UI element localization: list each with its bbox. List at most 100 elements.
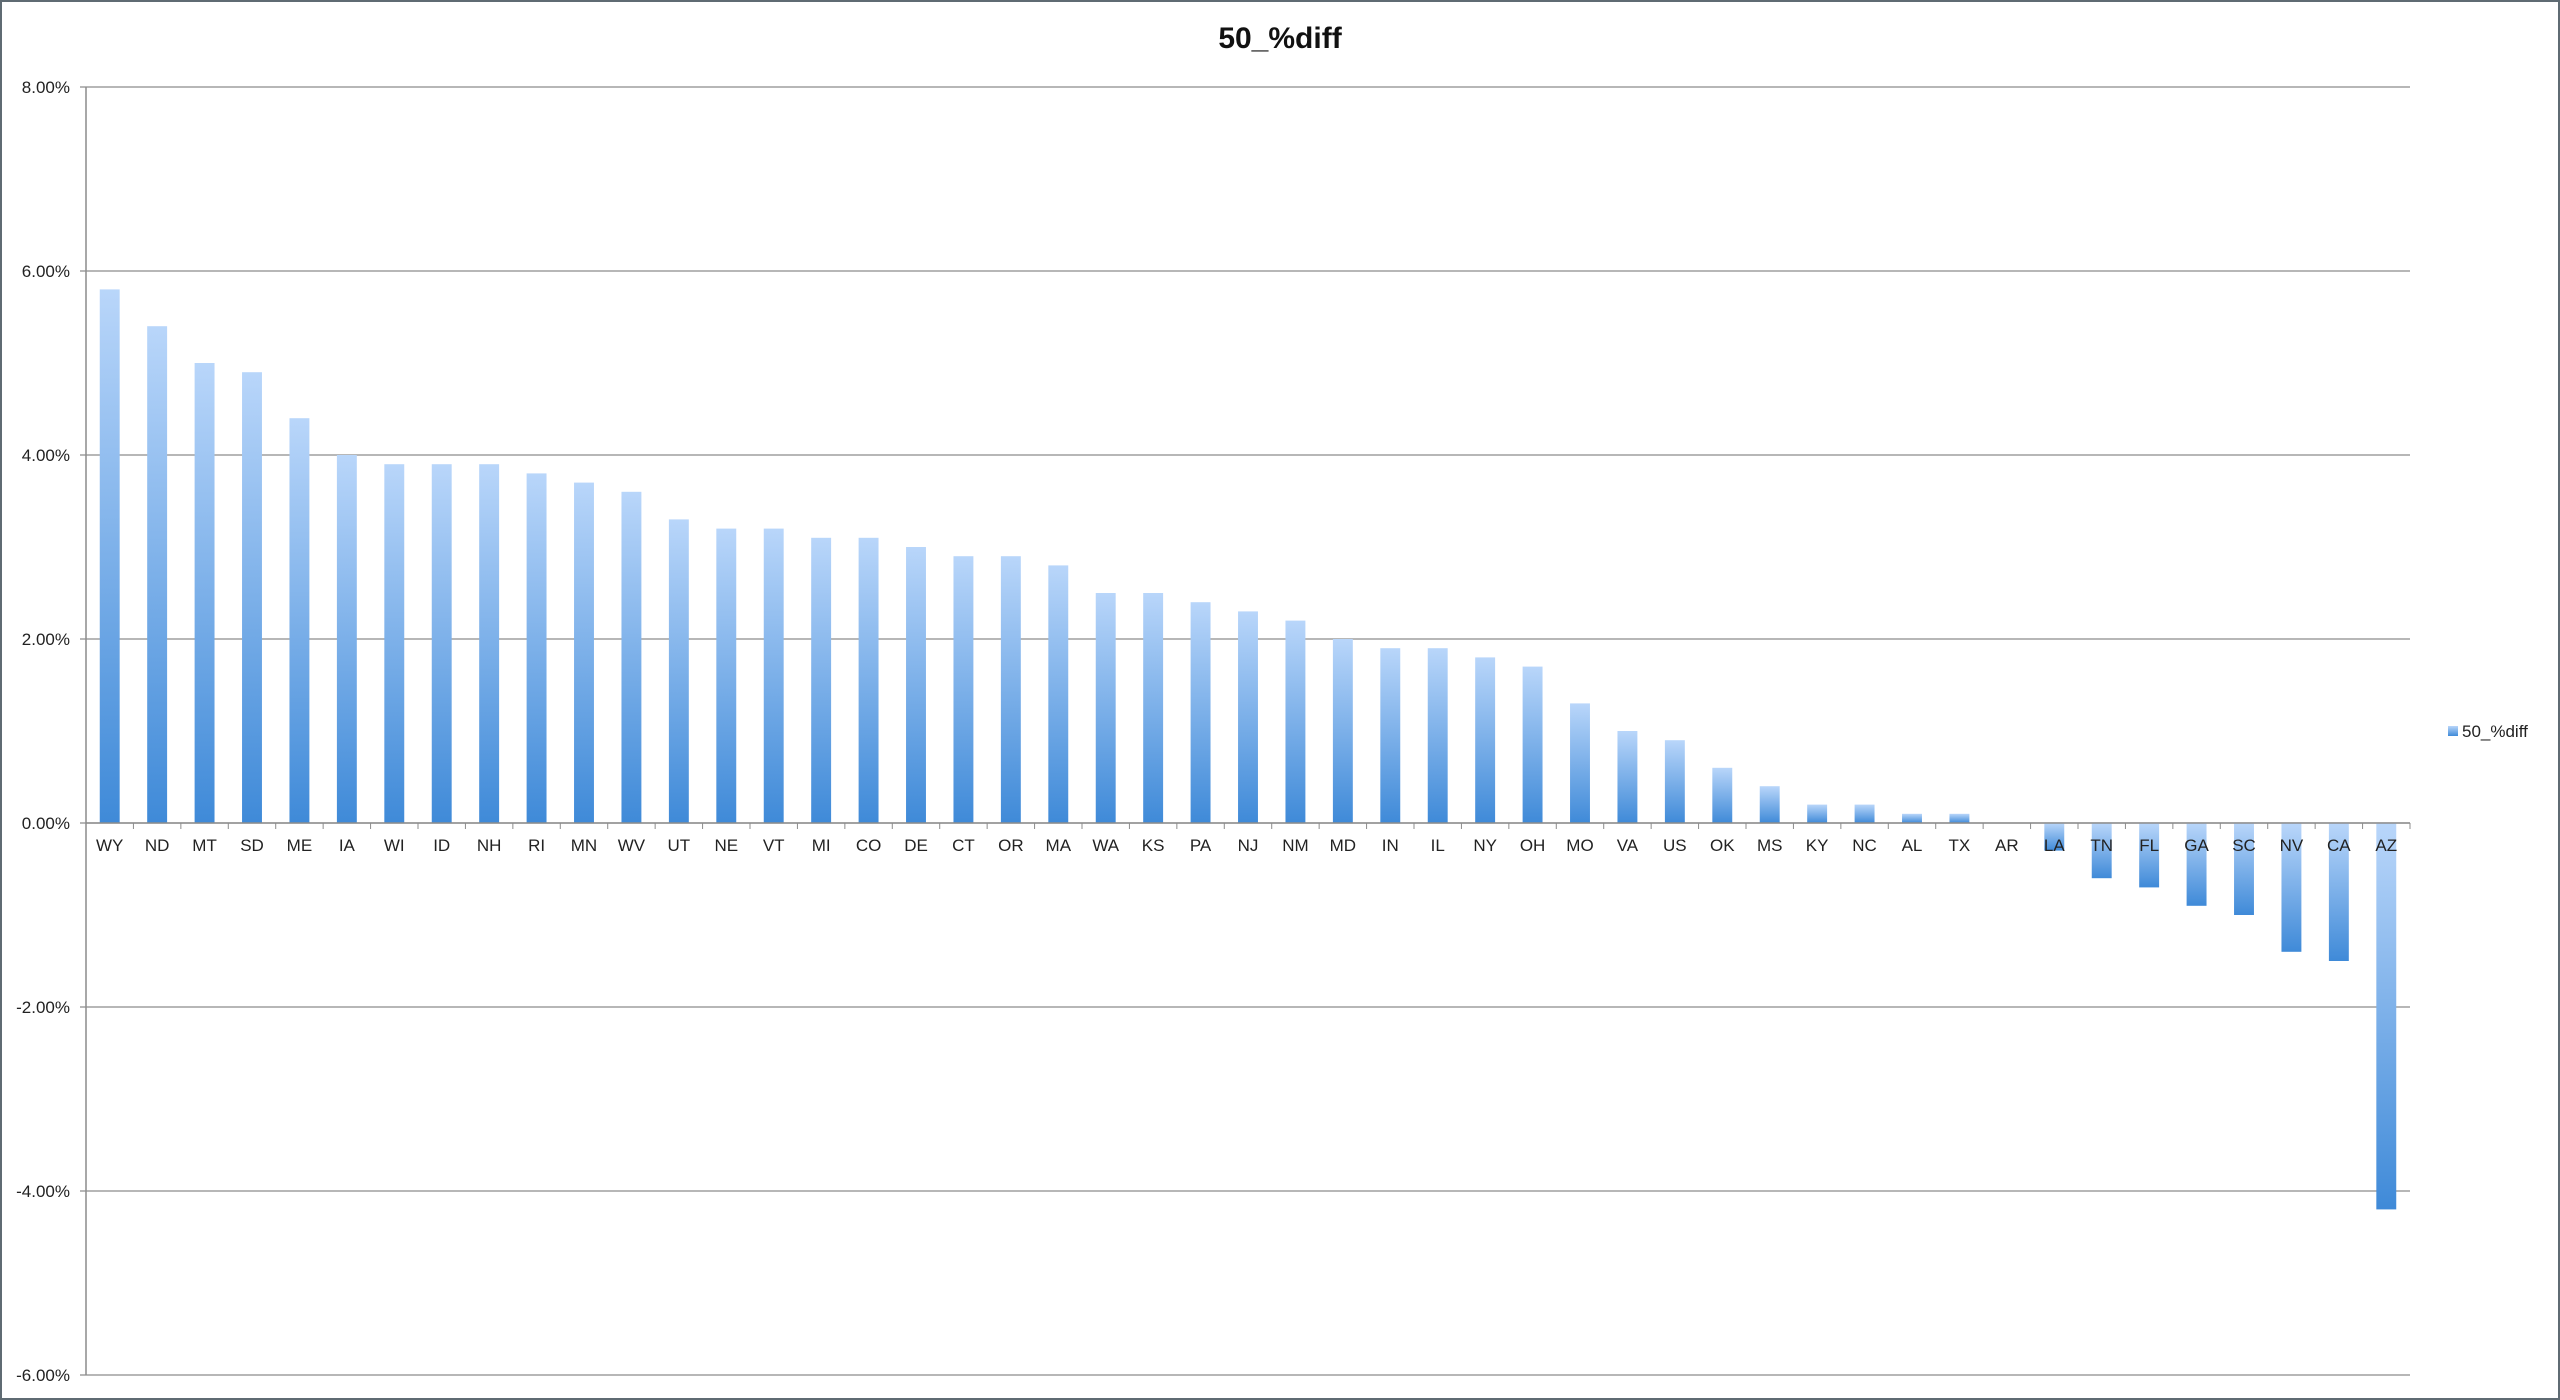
- x-tick-label: KS: [1142, 836, 1165, 855]
- y-tick-label: 4.00%: [22, 446, 70, 465]
- x-tick-label: OH: [1520, 836, 1546, 855]
- y-tick-label: -6.00%: [16, 1366, 70, 1385]
- bar-oh: [1522, 666, 1543, 823]
- bar-ks: [1143, 593, 1164, 823]
- bar-ne: [716, 528, 737, 823]
- x-tick-label: MN: [571, 836, 597, 855]
- bar-nh: [479, 464, 500, 823]
- bar-tx: [1949, 813, 1970, 823]
- bar-vt: [763, 528, 784, 823]
- bar-sd: [242, 372, 262, 823]
- bar-chart: -6.00% -4.00% -2.00% 0.00% 2.00% 4.00% 6.00% 8.…: [16, 78, 2528, 1385]
- bar-mn: [574, 482, 594, 823]
- x-tick-label: NV: [2280, 836, 2304, 855]
- bar-fl: [2139, 823, 2160, 888]
- bar-wy: [99, 289, 120, 823]
- x-tick-label: US: [1663, 836, 1687, 855]
- x-tick-label: VT: [763, 836, 785, 855]
- x-tick-label: MT: [192, 836, 217, 855]
- bar-us: [1664, 740, 1685, 823]
- bars: [99, 289, 2397, 1210]
- bar-in: [1380, 648, 1401, 823]
- y-tick-label: 6.00%: [22, 262, 70, 281]
- legend-swatch: [2448, 726, 2458, 736]
- x-tick-label: OR: [998, 836, 1024, 855]
- x-tick-label: LA: [2044, 836, 2065, 855]
- x-tick-label: AZ: [2375, 836, 2397, 855]
- x-tick-label: PA: [1190, 836, 1212, 855]
- y-tick-label: -2.00%: [16, 998, 70, 1017]
- x-tick-label: SD: [240, 836, 264, 855]
- x-tick-label: NE: [714, 836, 738, 855]
- x-tick-label: TX: [1949, 836, 1971, 855]
- x-tick-label: WA: [1092, 836, 1119, 855]
- bar-co: [858, 537, 879, 823]
- x-tick-label: DE: [904, 836, 928, 855]
- bar-ms: [1759, 786, 1780, 823]
- x-tick-label: NJ: [1238, 836, 1259, 855]
- bar-nj: [1238, 611, 1258, 823]
- x-tick-label: TN: [2090, 836, 2113, 855]
- bar-wv: [621, 491, 642, 823]
- x-tick-label: CO: [856, 836, 882, 855]
- bar-ri: [526, 473, 547, 823]
- x-tick-label: CA: [2327, 836, 2351, 855]
- x-tick-label: IN: [1382, 836, 1399, 855]
- x-tick-label: MS: [1757, 836, 1783, 855]
- bar-ny: [1475, 657, 1496, 823]
- bar-mi: [811, 537, 832, 823]
- x-tick-label: WI: [384, 836, 405, 855]
- x-tick-label: NM: [1282, 836, 1308, 855]
- bar-il: [1427, 648, 1448, 823]
- bar-or: [1000, 556, 1021, 823]
- x-tick-label: RI: [528, 836, 545, 855]
- x-tick-label: GA: [2184, 836, 2209, 855]
- y-tick-label: 2.00%: [22, 630, 70, 649]
- x-tick-label: IL: [1431, 836, 1445, 855]
- x-tick-label: NY: [1473, 836, 1497, 855]
- bar-va: [1617, 731, 1638, 823]
- legend: 50_%diff: [2448, 722, 2528, 741]
- bar-wi: [384, 464, 405, 823]
- bar-nd: [147, 326, 168, 823]
- legend-label: 50_%diff: [2462, 722, 2528, 741]
- x-tick-label: FL: [2139, 836, 2159, 855]
- bar-ct: [953, 556, 974, 823]
- bar-mo: [1570, 703, 1590, 823]
- bar-wa: [1095, 593, 1116, 823]
- x-tick-label: MD: [1330, 836, 1356, 855]
- x-tick-label: ME: [287, 836, 313, 855]
- bar-pa: [1190, 602, 1211, 823]
- x-tick-label: ID: [433, 836, 450, 855]
- x-tick-label: CT: [952, 836, 975, 855]
- x-tick-label: UT: [668, 836, 691, 855]
- bar-de: [906, 547, 926, 823]
- x-tick-label: MA: [1046, 836, 1072, 855]
- x-tick-label: ND: [145, 836, 170, 855]
- x-tick-label: NH: [477, 836, 502, 855]
- x-tick-label: AL: [1902, 836, 1923, 855]
- bar-nm: [1285, 620, 1306, 823]
- x-tick-label: WY: [96, 836, 123, 855]
- x-tick-label: MI: [812, 836, 831, 855]
- x-tick-label: VA: [1617, 836, 1639, 855]
- bar-al: [1902, 813, 1922, 823]
- x-tick-label: IA: [339, 836, 356, 855]
- bar-ma: [1048, 565, 1069, 823]
- y-tick-label: 0.00%: [22, 814, 70, 833]
- bar-mt: [194, 363, 215, 823]
- bar-ut: [668, 519, 689, 823]
- x-tick-label: NC: [1852, 836, 1877, 855]
- bar-id: [431, 464, 452, 823]
- y-tick-label: -4.00%: [16, 1182, 70, 1201]
- bar-ky: [1807, 804, 1828, 823]
- bar-md: [1332, 639, 1353, 823]
- x-tick-label: MO: [1566, 836, 1593, 855]
- x-tick-label: OK: [1710, 836, 1735, 855]
- x-tick-label: AR: [1995, 836, 2019, 855]
- bar-me: [289, 418, 310, 823]
- bar-az: [2376, 823, 2397, 1210]
- bar-ia: [336, 455, 357, 823]
- y-tick-label: 8.00%: [22, 78, 70, 97]
- x-tick-label: KY: [1806, 836, 1829, 855]
